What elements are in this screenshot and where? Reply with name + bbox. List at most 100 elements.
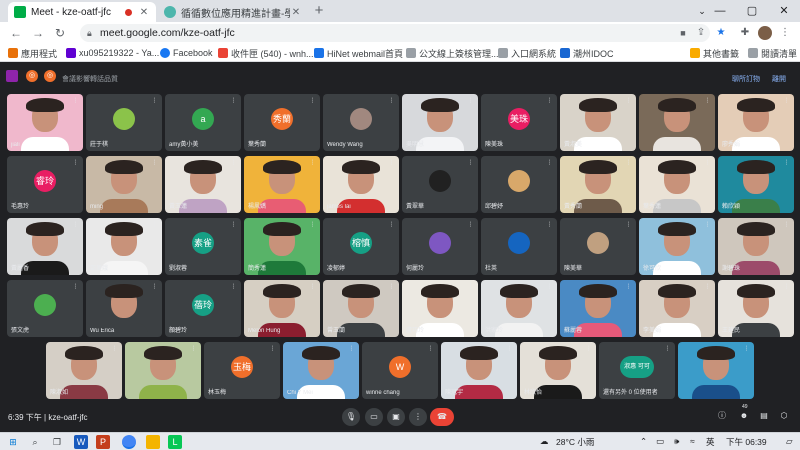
participant-tile[interactable]: ⋮ Melon Hung <box>244 280 320 337</box>
participant-tile[interactable]: 秀蘭 ⋮ 葉秀蘭 <box>244 94 320 151</box>
leave-call-button[interactable]: ☎︎ <box>430 408 454 426</box>
close-tab-icon[interactable]: ✕ <box>138 7 150 18</box>
participant-tile[interactable]: ⋮ 黃翠華 <box>402 156 478 213</box>
participant-tile[interactable]: ⋮ Chi Y Mei <box>283 342 359 399</box>
search-icon[interactable]: ⌕ <box>28 435 42 449</box>
back-arrow-icon[interactable]: ← <box>8 25 24 41</box>
participant-tile[interactable]: ⋮ 陳冠宇 <box>441 342 517 399</box>
wifi-icon[interactable]: ≈ <box>690 436 695 446</box>
volume-icon[interactable]: 🕪︎ <box>674 436 679 447</box>
participant-tile[interactable]: a ⋮ amy黃小美 <box>165 94 241 151</box>
bookmark-hinet[interactable]: HiNet webmail首頁 <box>314 46 403 60</box>
participant-tile[interactable]: 榕慎 ⋮ 凌郁婷 <box>323 218 399 275</box>
participant-tile[interactable]: ⋮ ming <box>86 156 162 213</box>
reaction-extension-icon[interactable]: ◎ <box>26 70 38 82</box>
tab-meet[interactable]: Meet - kze-oatf-jfc ✕ <box>8 2 156 22</box>
bookmark-star-icon[interactable]: ★ <box>714 26 728 40</box>
maximize-icon[interactable]: ▢ <box>736 0 768 22</box>
participant-tile[interactable]: ⋮ 蘇麗蓉 <box>560 280 636 337</box>
participant-tile[interactable]: ⋮ 吳明慧 <box>402 94 478 151</box>
participant-tile[interactable]: ⋮ 邱碧妤 <box>481 156 557 213</box>
participant-tile[interactable]: 睿玲 ⋮ 毛惠玲 <box>7 156 83 213</box>
camera-indicator-icon[interactable]: ■ <box>676 26 690 40</box>
participant-tile[interactable]: ⋮ 楊鳳嬌 <box>244 156 320 213</box>
participant-tile[interactable]: 玉梅 ⋮ 林玉梅 <box>204 342 280 399</box>
forward-arrow-icon[interactable]: → <box>30 25 46 41</box>
bookmark-yahoo[interactable]: xu095219322 - Ya... <box>66 46 159 60</box>
share-icon[interactable]: ⇪ <box>694 26 708 40</box>
bookmark-other[interactable]: 其他書籤 <box>690 46 739 60</box>
menu-dots-icon[interactable]: ⋮ <box>778 26 792 40</box>
input-method-icon[interactable]: 英 <box>706 436 715 448</box>
participant-tile[interactable]: ⋮ 張文虎 <box>7 280 83 337</box>
participant-tile[interactable]: ⋮ 謝碧珠 <box>718 218 794 275</box>
participant-tile[interactable]: ⋮ 邵美娥 <box>86 218 162 275</box>
present-button[interactable]: ▣ <box>387 408 405 426</box>
participant-tile[interactable]: 蓓玲 ⋮ 顏碧玲 <box>165 280 241 337</box>
meeting-details-icon[interactable]: ⓘ <box>716 410 728 422</box>
notifications-icon[interactable]: ▱ <box>786 436 793 447</box>
participant-tile[interactable]: ⋮ 黃秀蘭 <box>560 156 636 213</box>
participant-tile[interactable]: ⋮ 林欣怡 <box>520 342 596 399</box>
chat-icon[interactable]: ▤ <box>758 410 770 422</box>
participant-tile[interactable]: ⋮ 廖秀娟 <box>718 94 794 151</box>
people-icon[interactable]: ☻ <box>738 410 750 422</box>
top-link-leave[interactable]: 離開 <box>772 74 786 84</box>
participant-tile[interactable]: ⋮ <box>678 342 754 399</box>
extensions-puzzle-icon[interactable]: ✚ <box>738 26 752 40</box>
participant-tile[interactable]: ⋮ 徐可欣 <box>639 218 715 275</box>
participant-tile[interactable]: ⋮ james lai <box>323 156 399 213</box>
task-view-icon[interactable]: ❐ <box>50 435 64 449</box>
participant-tile[interactable]: ⋮ 曾玉蘭 <box>323 280 399 337</box>
bookmark-document-system[interactable]: 公文線上簽核管理... <box>406 46 499 60</box>
tray-chevron-icon[interactable]: ⌃ <box>640 436 647 447</box>
bookmark-facebook[interactable]: Facebook <box>160 46 213 60</box>
chrome-icon[interactable] <box>122 435 136 449</box>
participant-tile[interactable]: ⋮ 葉秀蓮 <box>639 156 715 213</box>
bookmark-apps[interactable]: 應用程式 <box>8 46 57 60</box>
participant-tile[interactable]: ⋮ 賴欣穎 <box>718 156 794 213</box>
bookmark-idoc[interactable]: 潮州IDOC <box>560 46 614 60</box>
line-app-icon[interactable]: L <box>168 435 182 449</box>
bookmark-reading-list[interactable]: 閱讀清單 <box>748 46 797 60</box>
file-explorer-icon[interactable] <box>146 435 160 449</box>
participant-tile[interactable]: W ⋮ winne chang <box>362 342 438 399</box>
participant-tile[interactable]: ⋮ 洪家玲 <box>481 280 557 337</box>
participant-tile[interactable]: ⋮ jiali <box>7 94 83 151</box>
close-tab-icon[interactable]: ✕ <box>290 7 302 18</box>
taskbar-clock[interactable]: 下午 06:39 <box>726 436 767 448</box>
more-options-button[interactable]: ⋮ <box>409 408 427 426</box>
tab-learning-center[interactable]: 循循數位應用精進計畫-學習中心 ✕ <box>158 2 308 22</box>
weather-icon[interactable]: ☁︎ <box>540 436 549 447</box>
profile-avatar[interactable] <box>758 26 772 40</box>
participant-tile[interactable]: ⋮ 莊于棋 <box>86 94 162 151</box>
meet-extension-icon[interactable] <box>6 70 18 82</box>
participant-tile[interactable]: ⋮ 黃麗香 <box>7 218 83 275</box>
windows-start-icon[interactable]: ⊞ <box>6 435 20 449</box>
participant-tile[interactable]: ⋮ 簡秀蓮 <box>244 218 320 275</box>
participant-tile[interactable]: ⋮ 何麗玲 <box>402 218 478 275</box>
weather-text[interactable]: 28°C 小雨 <box>556 436 594 448</box>
close-window-icon[interactable]: ✕ <box>768 0 800 22</box>
address-bar[interactable]: 🔒︎ meet.google.com/kze-oatf-jfc <box>80 24 710 42</box>
top-link-1[interactable]: 聊所訂物 <box>732 74 760 84</box>
participant-tile[interactable]: ⋮ 黃玉蓮 <box>165 156 241 213</box>
participant-tile[interactable]: ⋮ 陳淑如 <box>46 342 122 399</box>
participant-tile[interactable]: ⋮ 陳美華 <box>560 218 636 275</box>
network-icon[interactable]: ▭ <box>656 436 664 447</box>
new-tab-button[interactable]: + <box>311 3 327 19</box>
participant-tile[interactable]: ⋮ <box>639 94 715 151</box>
participant-tile[interactable]: 素雀 ⋮ 劉淑蓉 <box>165 218 241 275</box>
reload-icon[interactable]: ↻ <box>52 25 68 41</box>
participant-tile[interactable]: ⋮ 王建民 <box>718 280 794 337</box>
bookmark-gmail[interactable]: 收件匣 (540) - wnh... <box>218 46 314 60</box>
participant-tile[interactable]: ⋮ 盧巧玲 <box>402 280 478 337</box>
word-icon[interactable]: W <box>74 435 88 449</box>
camera-button[interactable]: ▭ <box>365 408 383 426</box>
minimize-icon[interactable]: — <box>704 0 736 22</box>
bookmark-portal[interactable]: 入口網系統 <box>498 46 556 60</box>
participant-tile[interactable]: 美珠 ⋮ 陳美珠 <box>481 94 557 151</box>
participant-tile[interactable]: ⋮ 杜英 <box>481 218 557 275</box>
participant-tile[interactable]: ⋮ Wu Erica <box>86 280 162 337</box>
participant-tile[interactable]: 淑惠 可可 ⋮ 還有另外 0 位使用者 <box>599 342 675 399</box>
